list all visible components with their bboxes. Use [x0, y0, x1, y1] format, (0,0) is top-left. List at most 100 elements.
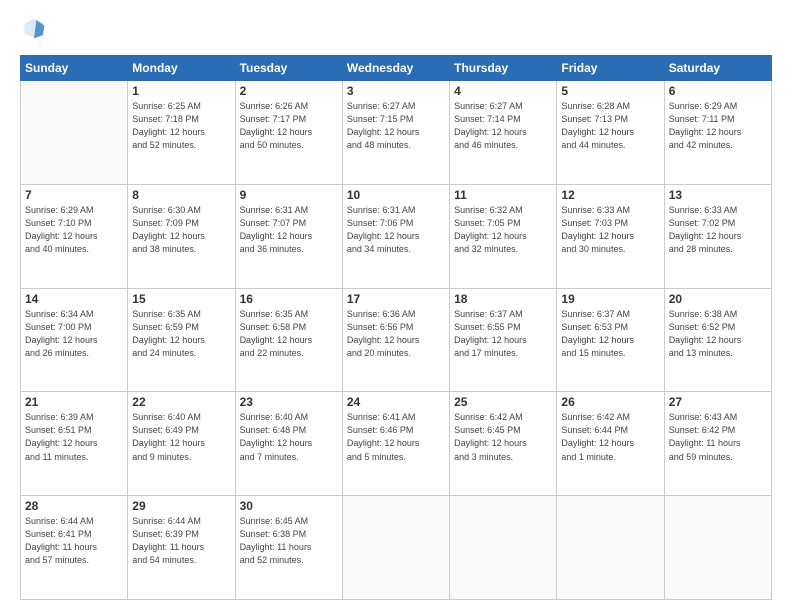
calendar-cell: 25 Sunrise: 6:42 AM Sunset: 6:45 PM Dayli…	[450, 392, 557, 496]
calendar-cell	[21, 81, 128, 185]
day-number: 9	[240, 188, 338, 202]
day-info: Sunrise: 6:30 AM Sunset: 7:09 PM Dayligh…	[132, 204, 230, 256]
calendar-cell: 26Sunrise: 6:42 AM Sunset: 6:44 PM Dayli…	[557, 392, 664, 496]
day-info: Sunrise: 6:43 AM Sunset: 6:42 PM Dayligh…	[669, 411, 767, 463]
day-number: 18	[454, 292, 552, 306]
day-info: Sunrise: 6:37 AM Sunset: 6:55 PM Dayligh…	[454, 308, 552, 360]
day-info: Sunrise: 6:33 AM Sunset: 7:03 PM Dayligh…	[561, 204, 659, 256]
calendar-cell: 3 Sunrise: 6:27 AM Sunset: 7:15 PM Daylig…	[342, 81, 449, 185]
calendar-cell: 29 Sunrise: 6:44 AM Sunset: 6:39 PM Dayli…	[128, 496, 235, 600]
day-info: Sunrise: 6:27 AM Sunset: 7:15 PM Dayligh…	[347, 100, 445, 152]
weekday-header-saturday: Saturday	[664, 56, 771, 81]
day-info: Sunrise: 6:31 AM Sunset: 7:07 PM Dayligh…	[240, 204, 338, 256]
calendar-table: SundayMondayTuesdayWednesdayThursdayFrid…	[20, 55, 772, 600]
day-number: 25	[454, 395, 552, 409]
calendar-cell: 12 Sunrise: 6:33 AM Sunset: 7:03 PM Dayli…	[557, 184, 664, 288]
day-info: Sunrise: 6:38 AM Sunset: 6:52 PM Dayligh…	[669, 308, 767, 360]
calendar-cell: 9 Sunrise: 6:31 AM Sunset: 7:07 PM Daylig…	[235, 184, 342, 288]
day-number: 8	[132, 188, 230, 202]
calendar-cell: 4Sunrise: 6:27 AM Sunset: 7:14 PM Daylig…	[450, 81, 557, 185]
calendar-cell: 24 Sunrise: 6:41 AM Sunset: 6:46 PM Dayli…	[342, 392, 449, 496]
day-number: 10	[347, 188, 445, 202]
logo-icon	[22, 16, 46, 40]
calendar-cell: 10Sunrise: 6:31 AM Sunset: 7:06 PM Dayli…	[342, 184, 449, 288]
calendar-cell: 2 Sunrise: 6:26 AM Sunset: 7:17 PM Daylig…	[235, 81, 342, 185]
calendar-cell: 15 Sunrise: 6:35 AM Sunset: 6:59 PM Dayli…	[128, 288, 235, 392]
calendar-cell: 7 Sunrise: 6:29 AM Sunset: 7:10 PM Daylig…	[21, 184, 128, 288]
day-info: Sunrise: 6:39 AM Sunset: 6:51 PM Dayligh…	[25, 411, 123, 463]
calendar-cell: 17 Sunrise: 6:36 AM Sunset: 6:56 PM Dayli…	[342, 288, 449, 392]
day-info: Sunrise: 6:45 AM Sunset: 6:38 PM Dayligh…	[240, 515, 338, 567]
day-number: 27	[669, 395, 767, 409]
header	[20, 16, 772, 45]
day-number: 13	[669, 188, 767, 202]
day-number: 16	[240, 292, 338, 306]
day-number: 14	[25, 292, 123, 306]
calendar-cell: 30 Sunrise: 6:45 AM Sunset: 6:38 PM Dayli…	[235, 496, 342, 600]
day-info: Sunrise: 6:35 AM Sunset: 6:59 PM Dayligh…	[132, 308, 230, 360]
calendar-cell: 21Sunrise: 6:39 AM Sunset: 6:51 PM Dayli…	[21, 392, 128, 496]
week-row-2: 7 Sunrise: 6:29 AM Sunset: 7:10 PM Daylig…	[21, 184, 772, 288]
weekday-header-tuesday: Tuesday	[235, 56, 342, 81]
calendar-cell: 5 Sunrise: 6:28 AM Sunset: 7:13 PM Daylig…	[557, 81, 664, 185]
calendar-cell: 6 Sunrise: 6:29 AM Sunset: 7:11 PM Daylig…	[664, 81, 771, 185]
day-info: Sunrise: 6:41 AM Sunset: 6:46 PM Dayligh…	[347, 411, 445, 463]
day-info: Sunrise: 6:33 AM Sunset: 7:02 PM Dayligh…	[669, 204, 767, 256]
day-number: 28	[25, 499, 123, 513]
page: SundayMondayTuesdayWednesdayThursdayFrid…	[0, 0, 792, 612]
calendar-cell: 18 Sunrise: 6:37 AM Sunset: 6:55 PM Dayli…	[450, 288, 557, 392]
calendar-cell: 16 Sunrise: 6:35 AM Sunset: 6:58 PM Dayli…	[235, 288, 342, 392]
day-info: Sunrise: 6:37 AM Sunset: 6:53 PM Dayligh…	[561, 308, 659, 360]
day-info: Sunrise: 6:28 AM Sunset: 7:13 PM Dayligh…	[561, 100, 659, 152]
day-info: Sunrise: 6:40 AM Sunset: 6:48 PM Dayligh…	[240, 411, 338, 463]
weekday-header-row: SundayMondayTuesdayWednesdayThursdayFrid…	[21, 56, 772, 81]
day-number: 3	[347, 84, 445, 98]
day-number: 7	[25, 188, 123, 202]
day-info: Sunrise: 6:27 AM Sunset: 7:14 PM Dayligh…	[454, 100, 552, 152]
day-info: Sunrise: 6:25 AM Sunset: 7:18 PM Dayligh…	[132, 100, 230, 152]
day-number: 6	[669, 84, 767, 98]
day-info: Sunrise: 6:32 AM Sunset: 7:05 PM Dayligh…	[454, 204, 552, 256]
week-row-5: 28 Sunrise: 6:44 AM Sunset: 6:41 PM Dayli…	[21, 496, 772, 600]
day-number: 23	[240, 395, 338, 409]
calendar-cell: 8 Sunrise: 6:30 AM Sunset: 7:09 PM Daylig…	[128, 184, 235, 288]
weekday-header-monday: Monday	[128, 56, 235, 81]
calendar-cell: 14 Sunrise: 6:34 AM Sunset: 7:00 PM Dayli…	[21, 288, 128, 392]
day-number: 5	[561, 84, 659, 98]
day-number: 24	[347, 395, 445, 409]
day-info: Sunrise: 6:29 AM Sunset: 7:10 PM Dayligh…	[25, 204, 123, 256]
day-number: 22	[132, 395, 230, 409]
day-info: Sunrise: 6:29 AM Sunset: 7:11 PM Dayligh…	[669, 100, 767, 152]
day-info: Sunrise: 6:34 AM Sunset: 7:00 PM Dayligh…	[25, 308, 123, 360]
calendar-cell	[342, 496, 449, 600]
day-number: 11	[454, 188, 552, 202]
calendar-cell	[557, 496, 664, 600]
day-info: Sunrise: 6:42 AM Sunset: 6:45 PM Dayligh…	[454, 411, 552, 463]
day-number: 29	[132, 499, 230, 513]
day-number: 20	[669, 292, 767, 306]
day-number: 12	[561, 188, 659, 202]
calendar-cell: 28 Sunrise: 6:44 AM Sunset: 6:41 PM Dayli…	[21, 496, 128, 600]
logo	[20, 16, 50, 45]
calendar-cell: 1 Sunrise: 6:25 AM Sunset: 7:18 PM Daylig…	[128, 81, 235, 185]
day-number: 17	[347, 292, 445, 306]
day-info: Sunrise: 6:44 AM Sunset: 6:39 PM Dayligh…	[132, 515, 230, 567]
calendar-cell: 11 Sunrise: 6:32 AM Sunset: 7:05 PM Dayli…	[450, 184, 557, 288]
day-info: Sunrise: 6:44 AM Sunset: 6:41 PM Dayligh…	[25, 515, 123, 567]
calendar-cell	[664, 496, 771, 600]
day-number: 30	[240, 499, 338, 513]
day-number: 2	[240, 84, 338, 98]
week-row-3: 14 Sunrise: 6:34 AM Sunset: 7:00 PM Dayli…	[21, 288, 772, 392]
day-info: Sunrise: 6:26 AM Sunset: 7:17 PM Dayligh…	[240, 100, 338, 152]
day-number: 15	[132, 292, 230, 306]
day-info: Sunrise: 6:36 AM Sunset: 6:56 PM Dayligh…	[347, 308, 445, 360]
day-number: 1	[132, 84, 230, 98]
calendar-cell: 19Sunrise: 6:37 AM Sunset: 6:53 PM Dayli…	[557, 288, 664, 392]
calendar-cell: 20 Sunrise: 6:38 AM Sunset: 6:52 PM Dayli…	[664, 288, 771, 392]
weekday-header-wednesday: Wednesday	[342, 56, 449, 81]
day-info: Sunrise: 6:35 AM Sunset: 6:58 PM Dayligh…	[240, 308, 338, 360]
calendar-cell: 23 Sunrise: 6:40 AM Sunset: 6:48 PM Dayli…	[235, 392, 342, 496]
weekday-header-sunday: Sunday	[21, 56, 128, 81]
calendar-cell	[450, 496, 557, 600]
weekday-header-friday: Friday	[557, 56, 664, 81]
